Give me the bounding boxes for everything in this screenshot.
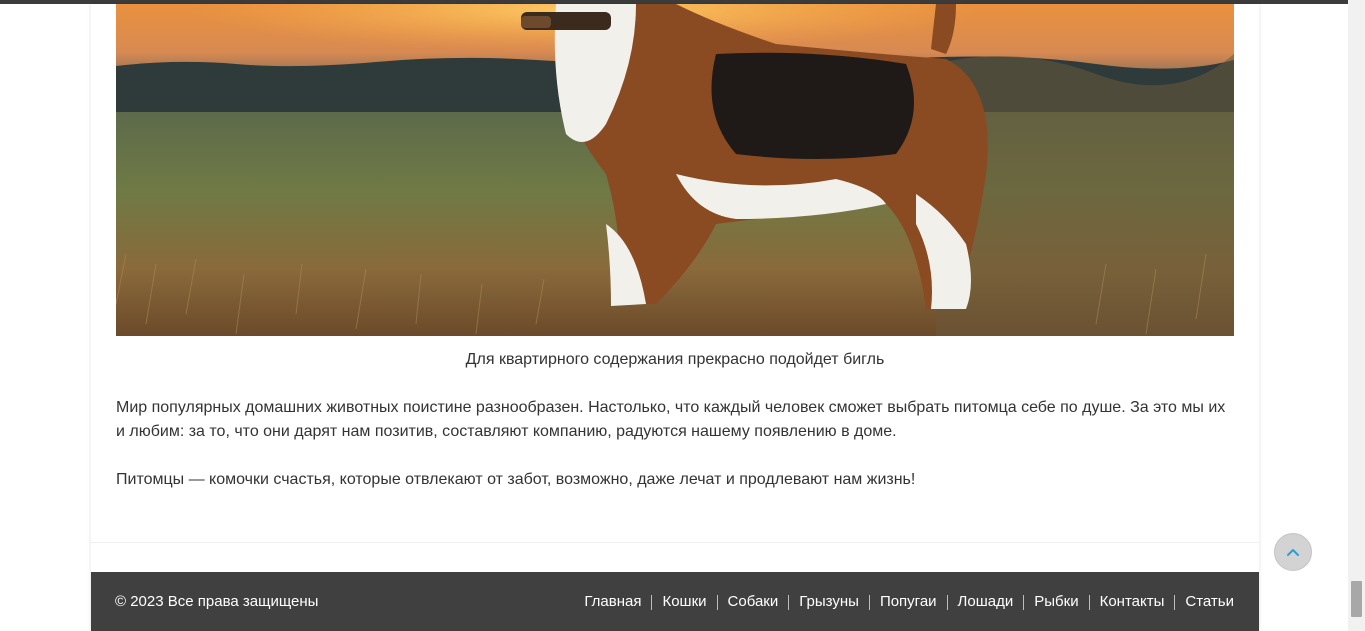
nav-divider: [1088, 594, 1090, 610]
scroll-to-top-button[interactable]: [1274, 533, 1312, 571]
article-container: Для квартирного содержания прекрасно под…: [91, 4, 1259, 631]
article-paragraph-1: Мир популярных домашних животных поистин…: [116, 399, 1226, 440]
footer-link-dogs[interactable]: Собаки: [728, 592, 779, 612]
site-footer: © 2023 Все права защищены Главная Кошки …: [91, 572, 1259, 631]
footer-link-contacts[interactable]: Контакты: [1100, 592, 1165, 612]
nav-divider: [1023, 594, 1025, 610]
nav-divider: [1174, 594, 1176, 610]
nav-divider: [868, 594, 870, 610]
chevron-up-icon: [1287, 549, 1299, 556]
footer-copyright: © 2023 Все права защищены: [115, 593, 319, 610]
footer-link-fish[interactable]: Рыбки: [1034, 592, 1078, 612]
footer-nav: Главная Кошки Собаки Грызуны Попугаи Лош…: [584, 592, 1234, 612]
footer-link-parrots[interactable]: Попугаи: [880, 592, 937, 612]
footer-link-rodents[interactable]: Грызуны: [799, 592, 859, 612]
nav-divider: [788, 594, 790, 610]
vertical-scrollbar[interactable]: [1348, 0, 1365, 631]
beagle-photo-illustration: [116, 4, 1234, 336]
content-divider: [91, 542, 1259, 543]
footer-link-home[interactable]: Главная: [584, 592, 641, 612]
nav-divider: [651, 594, 653, 610]
article-photo: [116, 4, 1234, 336]
nav-divider: [716, 594, 718, 610]
footer-link-articles[interactable]: Статьи: [1185, 592, 1234, 612]
footer-link-cats[interactable]: Кошки: [662, 592, 706, 612]
scrollbar-thumb[interactable]: [1351, 581, 1362, 617]
nav-divider: [946, 594, 948, 610]
photo-caption: Для квартирного содержания прекрасно под…: [465, 351, 885, 368]
footer-link-horses[interactable]: Лошади: [958, 592, 1014, 612]
article-paragraph-2: Питомцы — комочки счастья, которые отвле…: [116, 471, 916, 488]
